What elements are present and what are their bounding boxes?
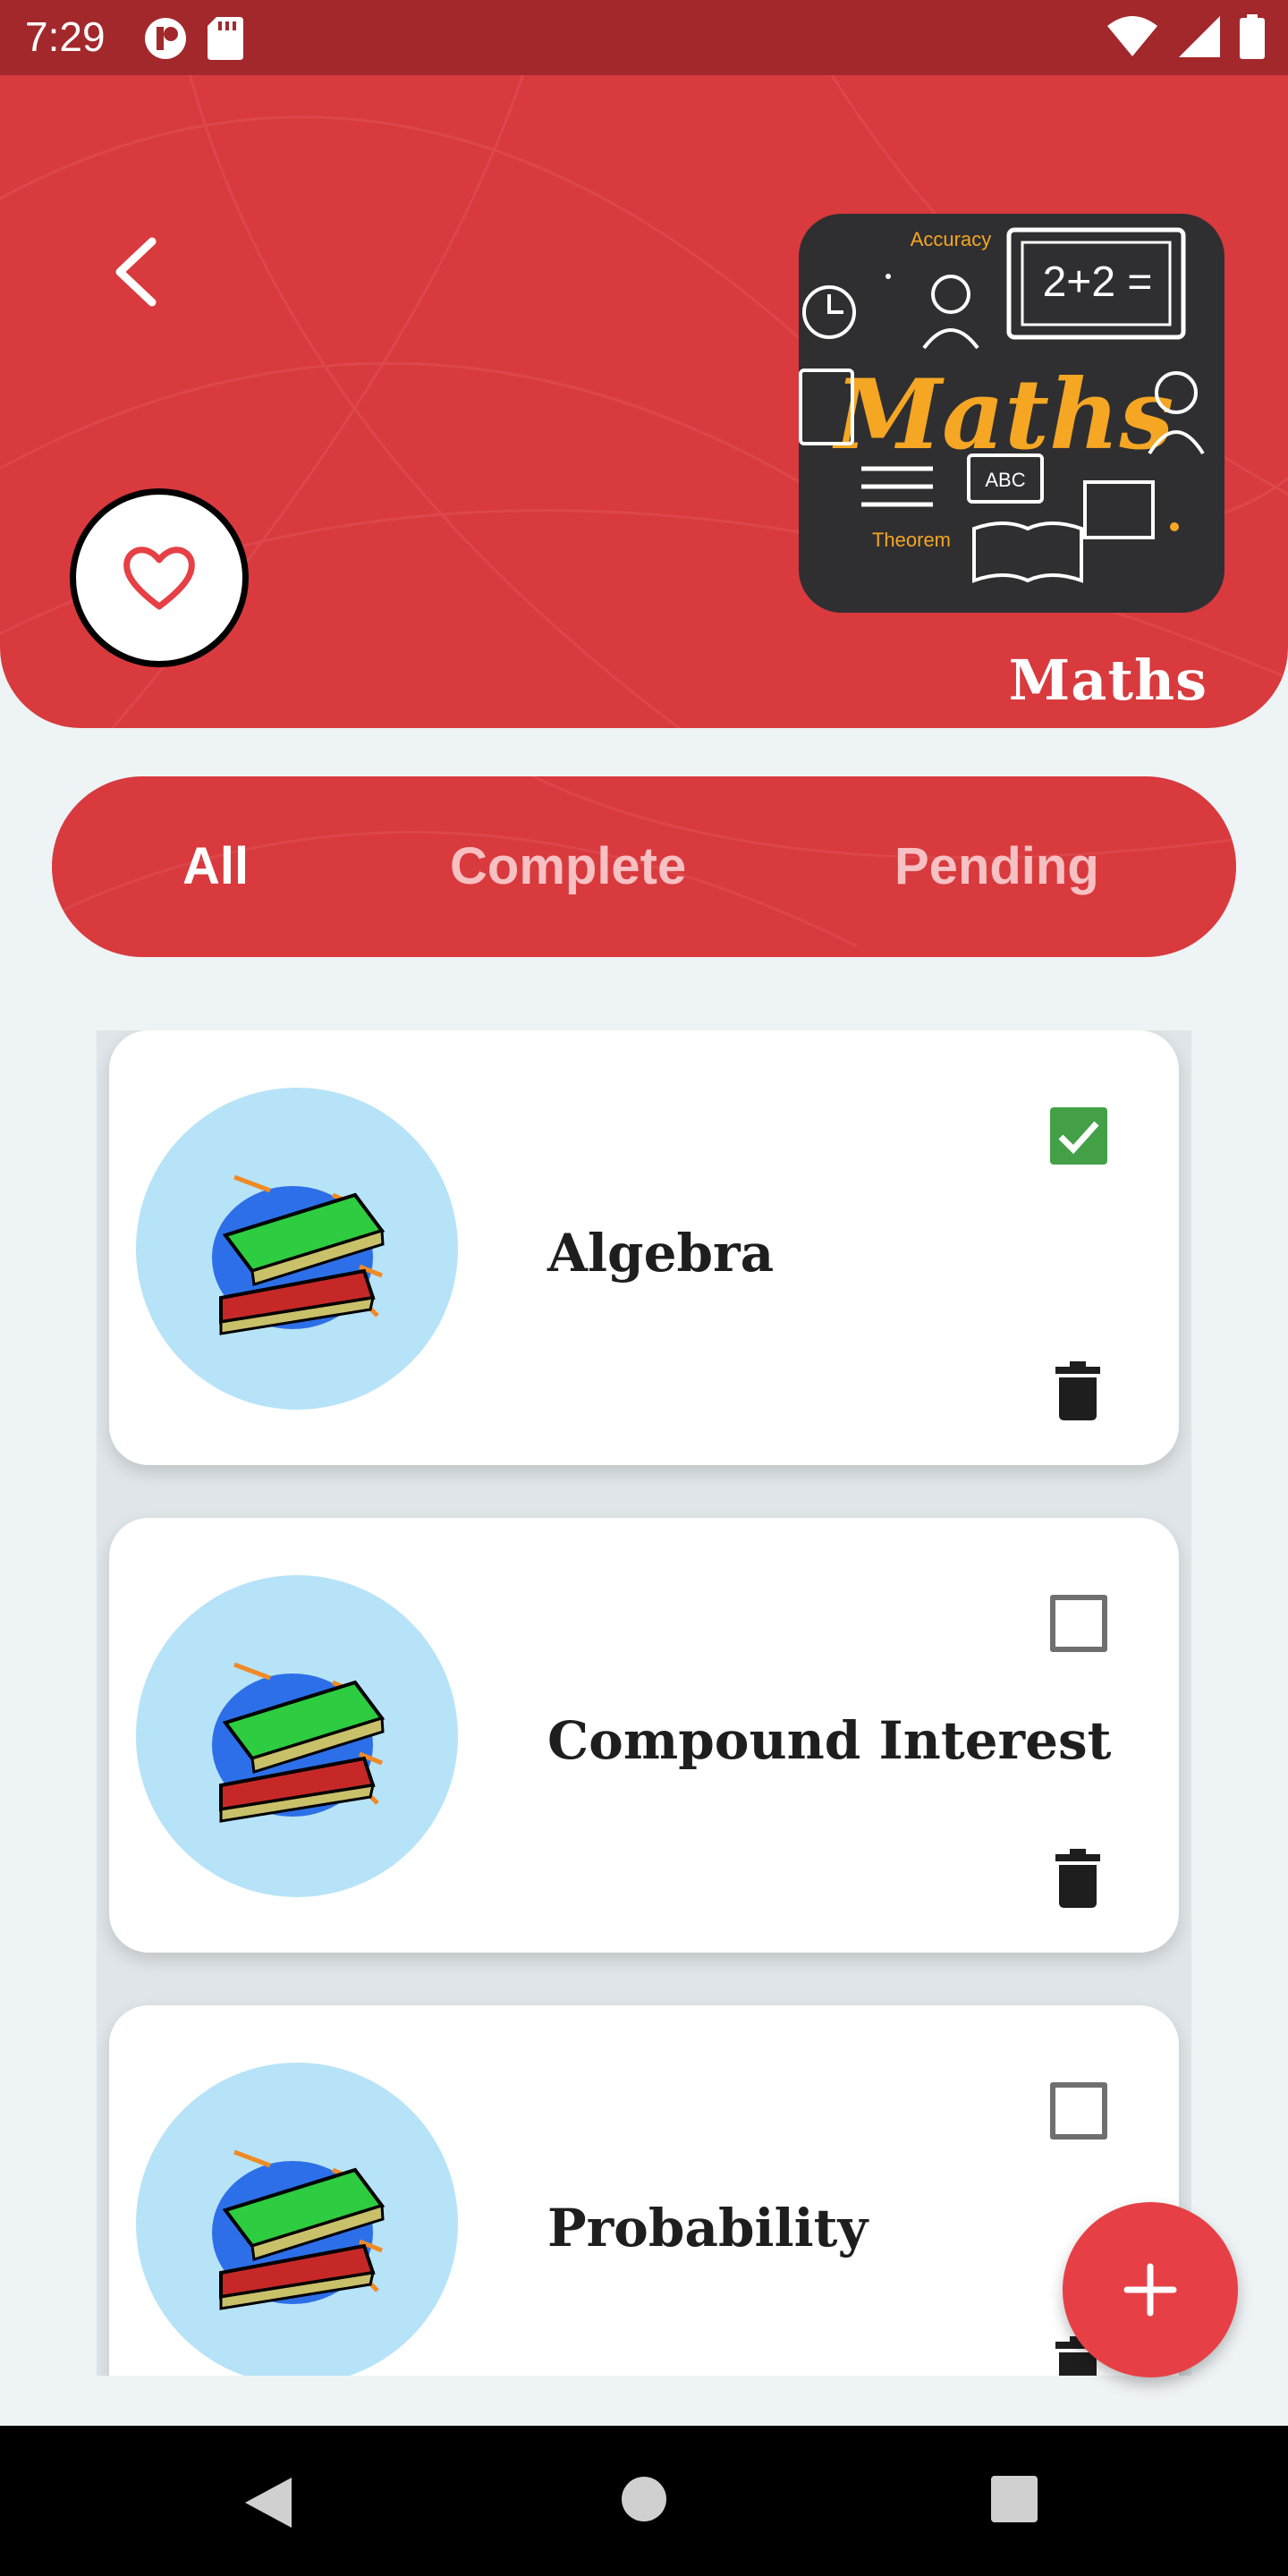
status-time: 7:29 (25, 13, 106, 60)
add-topic-button[interactable] (1063, 2202, 1238, 2377)
nav-home-icon[interactable] (621, 2476, 667, 2522)
topic-title: Probability (547, 2198, 869, 2258)
topic-avatar (136, 1575, 458, 1897)
nav-back-icon[interactable] (243, 2476, 293, 2529)
topic-checkbox[interactable] (1050, 1107, 1107, 1165)
topic-checkbox[interactable] (1050, 1595, 1107, 1652)
plus-icon (1123, 2263, 1177, 2317)
heart-outline-icon (123, 547, 195, 610)
back-arrow-icon[interactable] (107, 236, 170, 308)
board-equation-text: 2+2 = (1043, 258, 1153, 306)
topic-card[interactable]: Compound Interest (109, 1518, 1179, 1953)
tab-all[interactable]: All (182, 776, 249, 957)
subject-header: 2+2 = Accuracy Maths ABC Theorem Maths (0, 75, 1288, 728)
topic-card[interactable]: Probability (109, 2005, 1179, 2376)
theorem-text: Theorem (872, 529, 951, 551)
subject-image: 2+2 = Accuracy Maths ABC Theorem (799, 214, 1224, 613)
topic-title: Compound Interest (547, 1710, 1112, 1771)
topic-title: Algebra (547, 1223, 775, 1284)
topic-card[interactable]: Algebra (109, 1030, 1179, 1465)
battery-icon (1240, 14, 1265, 59)
topic-list[interactable]: Algebra Compound Interest Probability (97, 1030, 1191, 2376)
filter-tabs: All Complete Pending (52, 776, 1236, 957)
topic-checkbox[interactable] (1050, 2082, 1107, 2140)
checkmark-icon (1058, 1121, 1099, 1155)
books-icon (212, 1174, 386, 1335)
status-icons-left (143, 16, 243, 61)
tab-complete[interactable]: Complete (450, 776, 686, 957)
status-icons-right (1106, 14, 1265, 59)
chalkboard-illustration: 2+2 = Accuracy Maths ABC Theorem (799, 227, 1205, 583)
abc-text: ABC (985, 469, 1025, 491)
topic-avatar (136, 2063, 458, 2376)
trash-icon[interactable] (1055, 1849, 1100, 1908)
sd-card-icon (208, 17, 243, 60)
trash-icon[interactable] (1055, 1361, 1100, 1420)
books-icon (212, 2149, 386, 2310)
favorite-button[interactable] (70, 488, 249, 667)
signal-icon (1179, 16, 1220, 57)
app-notification-icon (145, 18, 186, 59)
system-nav-bar (0, 2426, 1288, 2576)
books-icon (212, 1662, 386, 1823)
tab-pending[interactable]: Pending (894, 776, 1099, 957)
nav-recents-icon[interactable] (991, 2476, 1038, 2522)
wifi-icon (1107, 16, 1157, 56)
accuracy-text: Accuracy (911, 228, 991, 250)
status-bar: 7:29 (0, 0, 1288, 75)
topic-avatar (136, 1088, 458, 1410)
subject-title: Maths (1008, 648, 1208, 713)
